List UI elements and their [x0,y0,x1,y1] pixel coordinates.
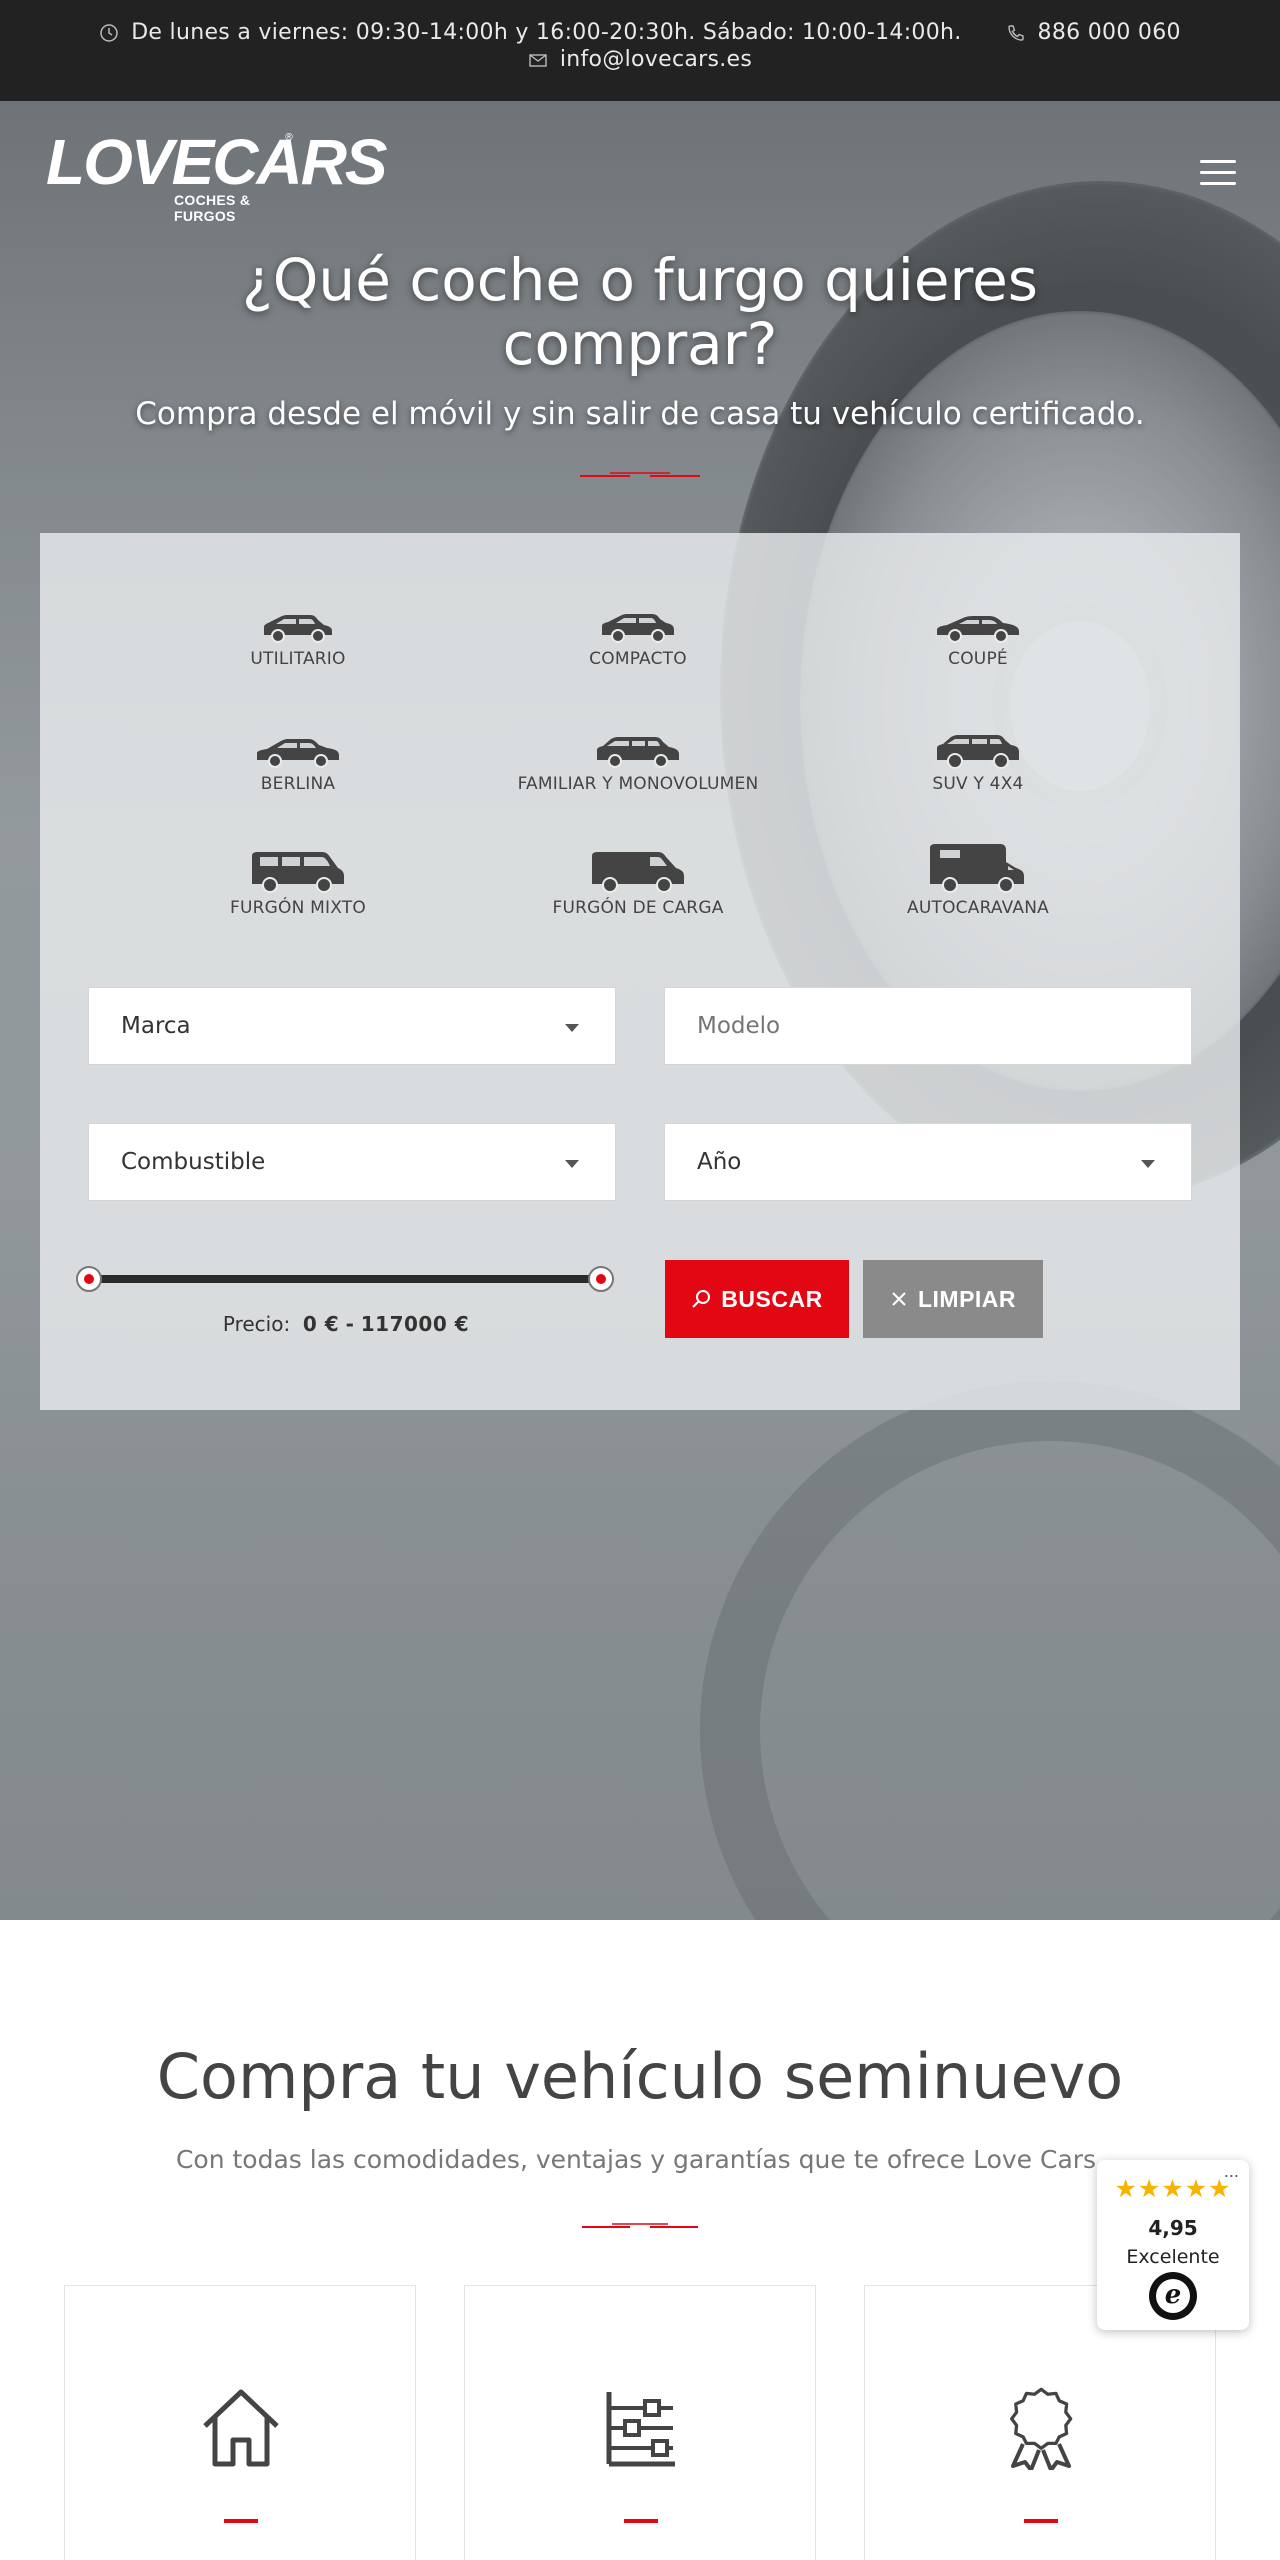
registered-mark: ® [284,132,294,143]
vehicle-type-label: AUTOCARAVANA [907,898,1049,918]
email-address: info@lovecars.es [559,47,753,72]
close-icon [892,1292,906,1306]
hero-title: ¿Qué coche o furgo quieres comprar? [242,246,1038,378]
search-button[interactable]: BUSCAR [665,1260,849,1338]
site-logo[interactable]: LOVECARS COCHES & FURGOS ® [46,126,388,224]
vehicle-type-coupe[interactable]: COUPÉ [828,605,1128,669]
minivan-car-icon [597,737,679,768]
opening-hours-text: De lunes a viernes: 09:30-14:00h y 16:00… [131,20,962,45]
vehicle-type-compacto[interactable]: COMPACTO [488,605,788,669]
opening-hours: De lunes a viernes: 09:30-14:00h y 16:00… [99,20,961,45]
trust-logo-icon: e [1149,2272,1197,2320]
divider-decoration [580,472,700,477]
trust-rating-badge[interactable]: ... ★★★★★ 4,95 Excelente e [1097,2160,1249,2330]
fuel-select-value: Combustible [121,1149,266,1175]
vehicle-type-furgon-carga[interactable]: FURGÓN DE CARGA [488,848,788,918]
motorhome-icon [930,844,1024,893]
rating-label: Excelente [1126,2246,1220,2268]
vehicle-type-utilitario[interactable]: UTILITARIO [148,605,448,669]
vehicle-type-berlina[interactable]: BERLINA [148,730,448,794]
clock-icon [100,23,118,42]
email-link[interactable]: info@lovecars.es [528,47,752,72]
vehicle-type-furgon-mixto[interactable]: FURGÓN MIXTO [148,848,448,918]
card-accent-bar [1024,2519,1058,2523]
hero-subtitle: Compra desde el móvil y sin salir de cas… [135,396,1145,432]
brand-select[interactable]: Marca [88,987,616,1065]
chevron-down-icon [565,1024,579,1032]
vehicle-type-label: SUV Y 4X4 [932,774,1024,794]
price-min-handle[interactable] [76,1266,102,1292]
sliders-icon [606,2392,675,2467]
phone-icon [1007,24,1024,41]
price-separator: - [345,1312,355,1336]
fuel-select[interactable]: Combustible [88,1123,616,1201]
search-icon [692,1290,711,1308]
vehicle-type-label: COMPACTO [589,649,687,669]
vehicle-type-label: COUPÉ [948,649,1008,669]
price-label: Precio: [222,1312,291,1336]
year-select[interactable]: Año [664,1123,1192,1201]
phone-link[interactable]: 886 000 060 [1006,20,1181,45]
cargo-van-icon [592,852,684,893]
feature-card [464,2285,816,2560]
vehicle-type-label: FURGÓN DE CARGA [552,898,724,918]
chevron-down-icon [565,1160,579,1168]
section-subtitle: Con todas las comodidades, ventajas y ga… [175,2145,1105,2174]
clear-button[interactable]: LIMPIAR [863,1260,1043,1338]
price-range-readout: Precio: 0 € - 117000 € [90,1312,602,1336]
price-max-value: 117000 € [360,1312,470,1336]
section-title: Compra tu vehículo seminuevo [156,2040,1124,2113]
brand-select-value: Marca [121,1013,191,1039]
mixed-van-icon [252,852,344,893]
search-button-label: BUSCAR [721,1285,823,1312]
top-bar: De lunes a viernes: 09:30-14:00h y 16:00… [0,0,1280,101]
year-select-value: Año [697,1149,742,1175]
price-range-slider[interactable] [90,1275,602,1283]
model-input-field[interactable] [697,1013,1191,1039]
menu-hamburger-icon[interactable] [1200,160,1236,186]
vehicle-type-suv-4x4[interactable]: SUV Y 4X4 [828,730,1128,794]
suv-car-icon [937,735,1019,769]
hatchback-car-icon [264,615,332,643]
phone-number: 886 000 060 [1037,20,1181,45]
vehicle-type-label: FURGÓN MIXTO [230,898,366,918]
vehicle-type-label: FAMILIAR Y MONOVOLUMEN [517,774,759,794]
award-ribbon-icon [1010,2387,1073,2470]
card-accent-bar [224,2519,258,2523]
vehicle-type-label: UTILITARIO [250,649,346,669]
logo-tagline: COCHES & FURGOS [174,192,251,224]
price-max-handle[interactable] [588,1266,614,1292]
vehicle-type-autocaravana[interactable]: AUTOCARAVANA [828,842,1128,918]
vehicle-type-familiar-monovolumen[interactable]: FAMILIAR Y MONOVOLUMEN [488,730,788,794]
divider-decoration [582,2223,698,2228]
rating-stars: ★★★★★ [1114,2174,1232,2203]
sedan-car-icon [257,739,339,768]
rating-score: 4,95 [1148,2216,1198,2240]
compact-car-icon [602,614,674,643]
vehicle-type-label: BERLINA [260,774,336,794]
chevron-down-icon [1141,1160,1155,1168]
envelope-icon [529,53,547,67]
price-min-value: 0 € [302,1312,340,1336]
coupe-car-icon [937,616,1019,643]
clear-button-label: LIMPIAR [917,1285,1017,1312]
logo-wordmark: LOVECARS [46,126,388,198]
model-input[interactable] [664,987,1192,1065]
house-icon [203,2389,279,2467]
card-accent-bar [624,2519,658,2523]
feature-card [64,2285,416,2560]
